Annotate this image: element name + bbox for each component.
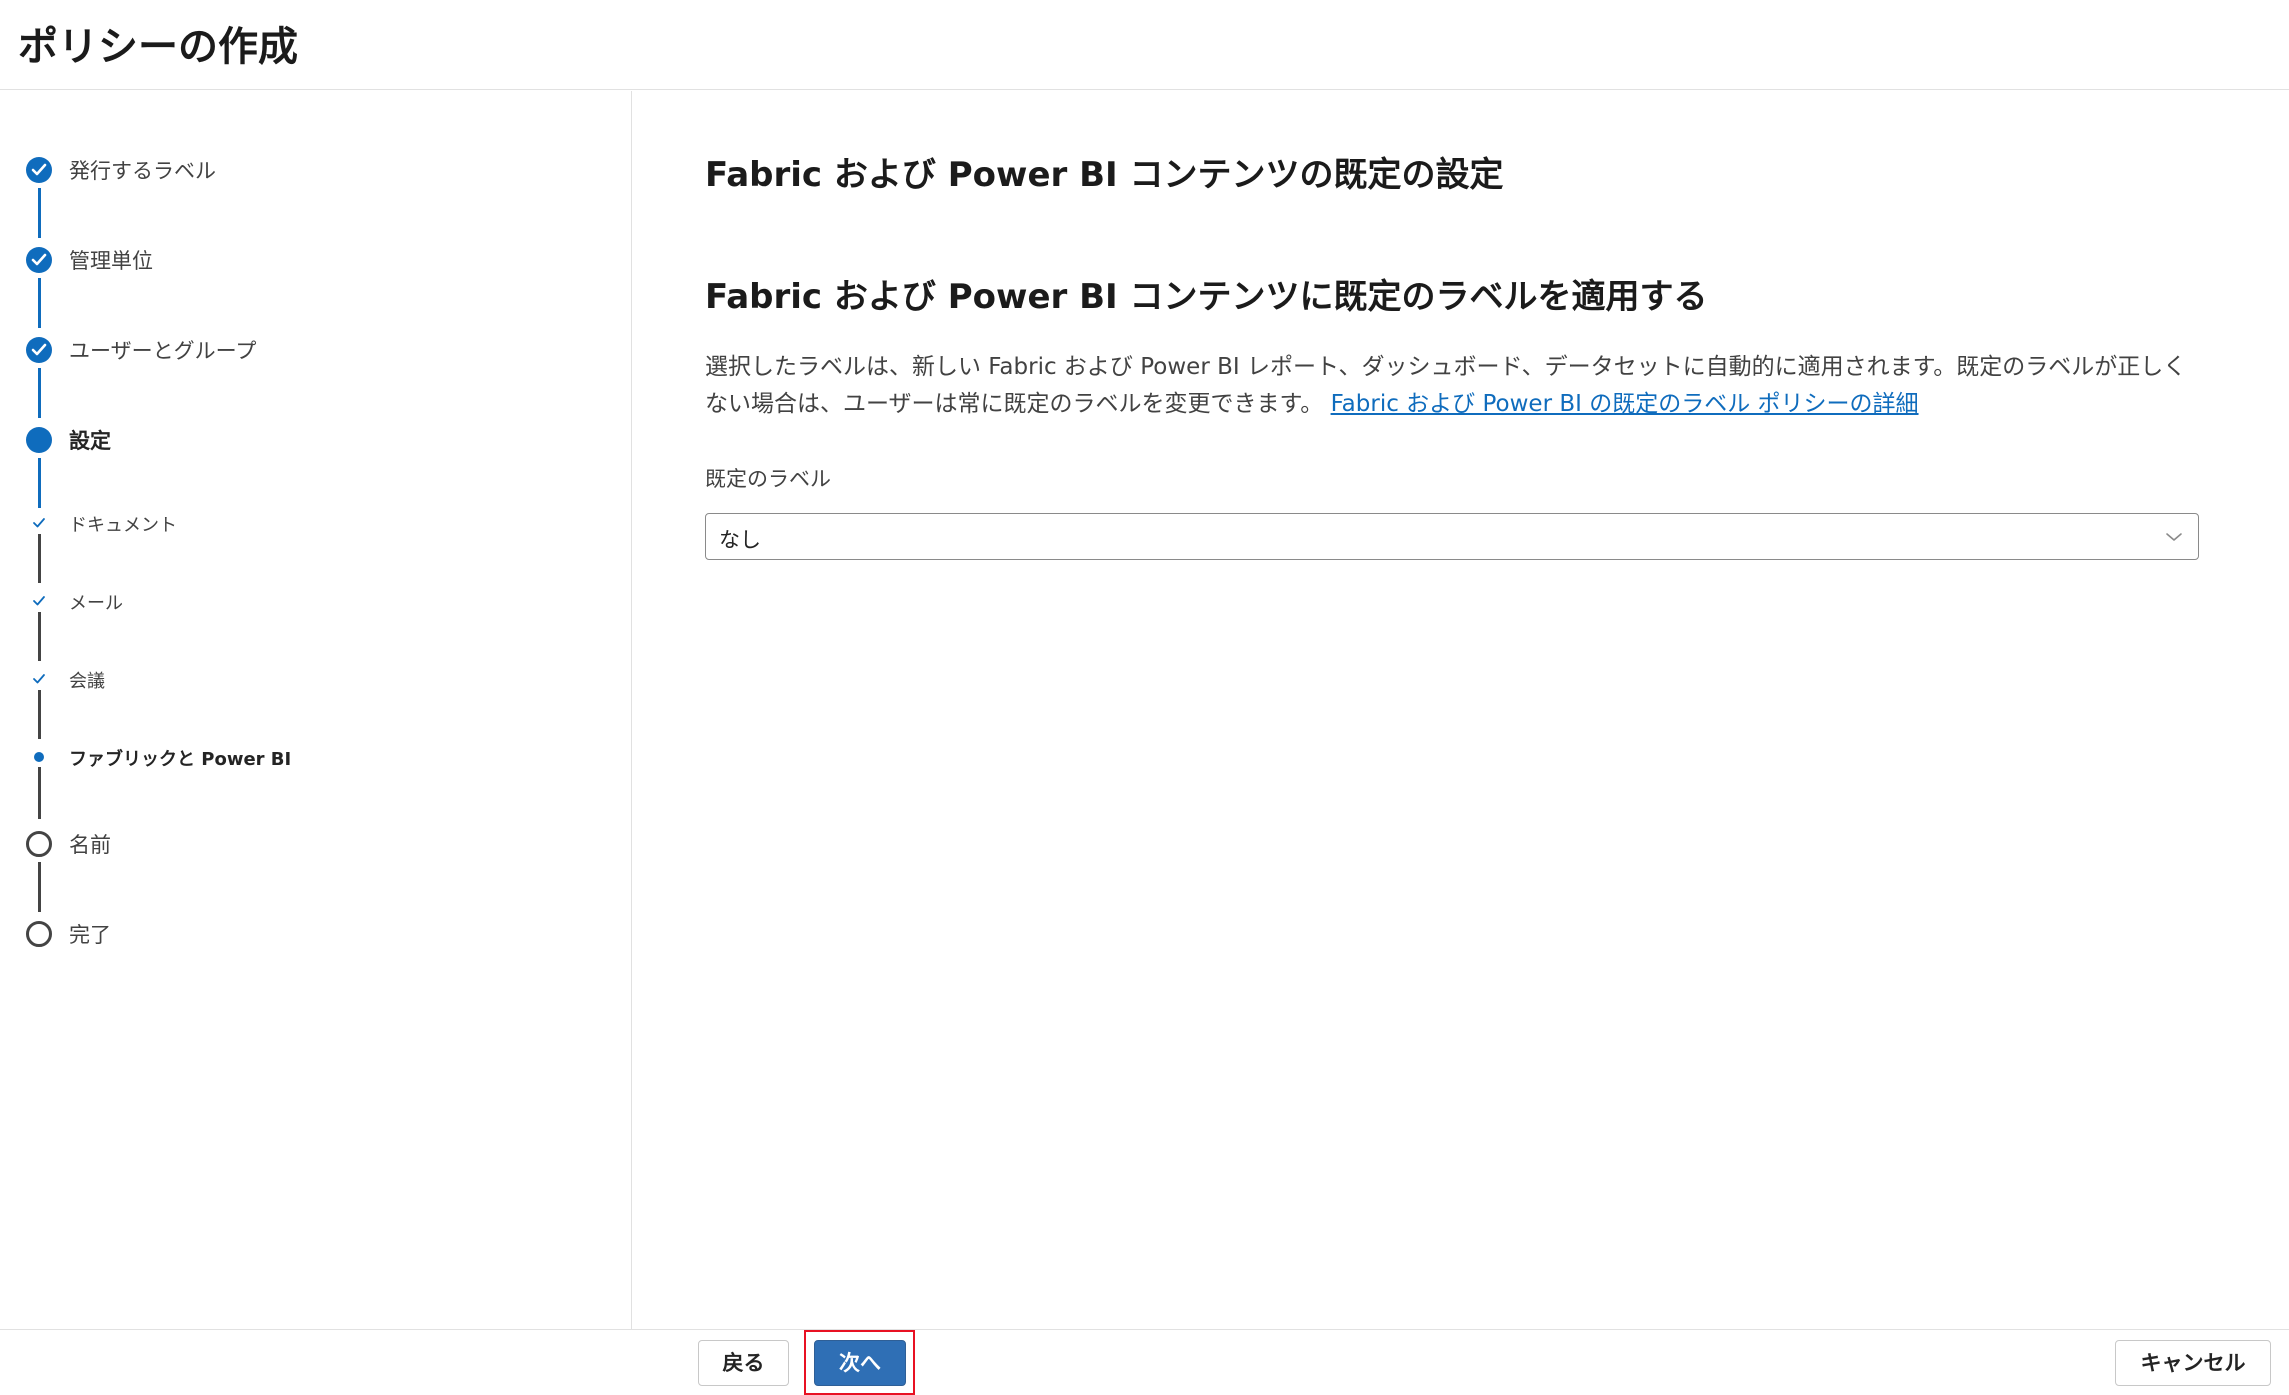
step-settings[interactable]: 設定 (0, 419, 600, 459)
step-connector (38, 368, 41, 418)
step-connector (38, 278, 41, 328)
wizard-footer: 戻る 次へ キャンセル (0, 1329, 2289, 1395)
dropdown-selected-value: なし (719, 528, 761, 552)
step-label: 完了 (69, 923, 111, 947)
default-label-dropdown[interactable]: なし (705, 513, 2199, 560)
step-users-and-groups[interactable]: ユーザーとグループ (0, 329, 600, 369)
page-header: ポリシーの作成 (0, 0, 2289, 90)
step-finish[interactable]: 完了 (0, 913, 600, 953)
step-label: 会議 (69, 671, 105, 692)
current-substep-dot-icon (34, 752, 44, 762)
substep-email[interactable]: メール (0, 580, 600, 620)
back-button[interactable]: 戻る (698, 1340, 789, 1386)
step-label: 名前 (69, 833, 111, 857)
learn-more-link[interactable]: Fabric および Power BI の既定のラベル ポリシーの詳細 (1331, 391, 1919, 417)
step-label: 管理単位 (69, 249, 153, 273)
create-policy-page: ポリシーの作成 発行するラベル 管理単位 ユーザーとグループ 設定 ドキュメント… (0, 0, 2289, 1395)
wizard-steps-sidebar: 発行するラベル 管理単位 ユーザーとグループ 設定 ドキュメント メール 会議 … (0, 91, 632, 1329)
step-label: メール (69, 593, 123, 614)
chevron-down-icon (2164, 529, 2184, 543)
small-checkmark-icon (31, 671, 47, 687)
step-connector (38, 458, 41, 508)
step-label: ファブリックと Power BI (69, 749, 292, 770)
step-label: ユーザーとグループ (69, 339, 257, 363)
substep-fabric-power-bi[interactable]: ファブリックと Power BI (0, 736, 600, 776)
step-labels-to-publish[interactable]: 発行するラベル (0, 149, 600, 189)
checkmark-circle-icon (26, 157, 52, 183)
checkmark-circle-icon (26, 247, 52, 273)
default-label-field-label: 既定のラベル (705, 467, 831, 491)
step-connector (38, 862, 41, 912)
small-checkmark-icon (31, 515, 47, 531)
empty-circle-icon (26, 921, 52, 947)
step-connector (38, 188, 41, 238)
step-label: 設定 (69, 429, 111, 453)
substep-meetings[interactable]: 会議 (0, 658, 600, 698)
cancel-button[interactable]: キャンセル (2115, 1340, 2271, 1386)
step-admin-units[interactable]: 管理単位 (0, 239, 600, 279)
substep-documents[interactable]: ドキュメント (0, 502, 600, 542)
sub-title: Fabric および Power BI コンテンツに既定のラベルを適用する (705, 277, 1708, 317)
small-checkmark-icon (31, 593, 47, 609)
step-label: ドキュメント (69, 515, 177, 536)
step-name[interactable]: 名前 (0, 823, 600, 863)
step-label: 発行するラベル (69, 159, 216, 183)
empty-circle-icon (26, 831, 52, 857)
next-button[interactable]: 次へ (814, 1340, 906, 1386)
checkmark-circle-icon (26, 337, 52, 363)
page-title: ポリシーの作成 (18, 24, 298, 70)
section-title: Fabric および Power BI コンテンツの既定の設定 (705, 155, 1504, 195)
description-text: 選択したラベルは、新しい Fabric および Power BI レポート、ダッ… (705, 349, 2205, 423)
current-step-dot-icon (26, 427, 52, 453)
